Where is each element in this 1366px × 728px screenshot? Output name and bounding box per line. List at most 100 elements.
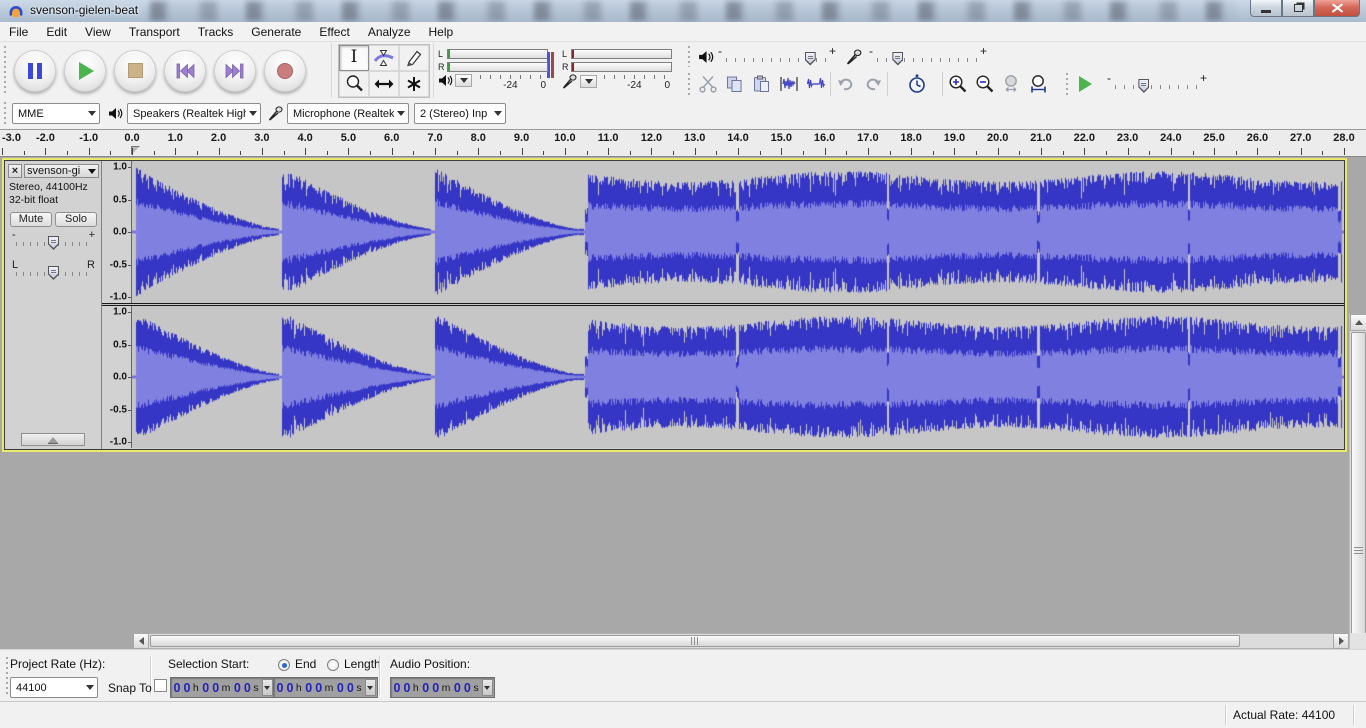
draw-tool-button[interactable] (399, 45, 429, 71)
audio-host-select[interactable]: MME (12, 103, 100, 124)
zoom-tool-button[interactable] (339, 71, 369, 97)
output-device-select[interactable]: Speakers (Realtek High (127, 103, 261, 124)
horizontal-scroll-thumb[interactable] (150, 635, 1240, 647)
time-digit[interactable]: 0 (462, 681, 472, 695)
timefield-dropdown[interactable] (262, 679, 273, 696)
toolbar-grip[interactable] (686, 73, 692, 95)
input-device-select[interactable]: Microphone (Realtek Hig (287, 103, 409, 124)
recording-meter-dropdown[interactable] (580, 75, 597, 88)
menu-file[interactable]: File (0, 22, 37, 42)
close-button[interactable] (1314, 0, 1360, 17)
output-volume-slider[interactable]: - + (718, 46, 836, 68)
menu-effect[interactable]: Effect (310, 22, 358, 42)
timefield-dropdown[interactable] (482, 679, 493, 696)
zoom-in-button[interactable] (944, 72, 971, 97)
time-digit[interactable]: 0 (314, 681, 324, 695)
play-button[interactable] (64, 50, 106, 92)
fit-selection-button[interactable] (998, 72, 1025, 97)
time-digit[interactable]: 0 (242, 681, 252, 695)
multi-tool-button[interactable] (399, 71, 429, 97)
input-channels-select[interactable]: 2 (Stereo) Inp (414, 103, 506, 124)
toolbar-grip[interactable] (686, 46, 692, 67)
menu-edit[interactable]: Edit (37, 22, 76, 42)
paste-button[interactable] (748, 72, 775, 97)
time-digit[interactable]: 0 (345, 681, 355, 695)
track-gain-thumb[interactable] (48, 236, 59, 250)
recording-meter[interactable]: L R -240 (560, 46, 674, 96)
track-area[interactable]: × svenson-gi Stereo, 44100Hz 32-bit floa… (0, 157, 1366, 633)
silence-audio-button[interactable] (802, 72, 829, 97)
output-volume-thumb[interactable] (805, 52, 816, 66)
time-digit[interactable]: 0 (335, 681, 345, 695)
time-digit[interactable]: 0 (201, 681, 211, 695)
playback-speed-slider[interactable]: - + (1107, 73, 1207, 95)
selection-length-radio[interactable] (327, 659, 339, 671)
restore-button[interactable] (1282, 0, 1314, 17)
project-rate-select[interactable]: 44100 (10, 677, 98, 698)
stop-button[interactable] (114, 50, 156, 92)
time-digit[interactable]: 0 (211, 681, 221, 695)
time-digit[interactable]: 0 (285, 681, 295, 695)
solo-button[interactable]: Solo (55, 212, 97, 227)
minimize-button[interactable] (1250, 0, 1282, 17)
undo-button[interactable] (832, 72, 859, 97)
time-digit[interactable]: 0 (431, 681, 441, 695)
toolbar-grip[interactable] (2, 102, 8, 125)
time-digit[interactable]: 0 (232, 681, 242, 695)
selection-start-timefield[interactable]: 00h00m00s (170, 677, 275, 698)
scroll-up-button[interactable] (1350, 314, 1366, 331)
copy-button[interactable] (721, 72, 748, 97)
skip-to-start-button[interactable] (164, 50, 206, 92)
playback-meter[interactable]: L R -240 (436, 46, 550, 96)
close-track-button[interactable]: × (8, 164, 22, 178)
skip-to-end-button[interactable] (214, 50, 256, 92)
waveform-left-channel[interactable] (132, 161, 1344, 303)
trim-audio-button[interactable] (775, 72, 802, 97)
vertical-ruler-left[interactable]: 1.00.50.0-0.5-1.0 (102, 161, 132, 303)
time-digit[interactable]: 0 (172, 681, 182, 695)
time-digit[interactable]: 0 (402, 681, 412, 695)
mute-button[interactable]: Mute (10, 212, 52, 227)
toolbar-grip[interactable] (1064, 73, 1070, 95)
time-digit[interactable]: 0 (392, 681, 402, 695)
snap-to-checkbox[interactable] (154, 679, 167, 692)
sync-lock-button[interactable] (903, 72, 930, 97)
waveform-right-channel[interactable] (132, 306, 1344, 448)
audio-position-timefield[interactable]: 00h00m00s (390, 677, 495, 698)
menu-help[interactable]: Help (420, 22, 463, 42)
scroll-left-button[interactable] (133, 633, 149, 649)
selection-end-radio[interactable] (278, 659, 290, 671)
selection-tool-button[interactable]: I (339, 45, 369, 71)
track-title-menu[interactable]: svenson-gi (24, 164, 99, 178)
playback-speed-thumb[interactable] (1138, 79, 1149, 93)
input-volume-slider[interactable]: - + (869, 46, 987, 68)
menu-view[interactable]: View (76, 22, 120, 42)
selection-end-radio-label[interactable]: End (295, 657, 316, 671)
track-pan-slider[interactable]: L R (12, 260, 95, 282)
timeline-ruler[interactable]: -3.0-2.0-1.00.01.02.03.04.05.06.07.08.09… (0, 130, 1366, 157)
time-digit[interactable]: 0 (421, 681, 431, 695)
track-gain-slider[interactable]: - + (12, 230, 95, 252)
selection-end-timefield[interactable]: 00h00m00s (273, 677, 378, 698)
cut-button[interactable] (694, 72, 721, 97)
title-bar[interactable]: svenson-gielen-beat (0, 0, 1366, 22)
time-digit[interactable]: 0 (182, 681, 192, 695)
fit-project-button[interactable] (1025, 72, 1052, 97)
menu-generate[interactable]: Generate (242, 22, 310, 42)
pause-button[interactable] (14, 50, 56, 92)
vertical-ruler-right[interactable]: 1.00.50.0-0.5-1.0 (102, 306, 132, 448)
timefield-dropdown[interactable] (365, 679, 376, 696)
redo-button[interactable] (859, 72, 886, 97)
play-at-speed-button[interactable] (1072, 72, 1099, 97)
menu-transport[interactable]: Transport (120, 22, 189, 42)
timeshift-tool-button[interactable] (369, 71, 399, 97)
playback-meter-dropdown[interactable] (455, 74, 472, 87)
collapse-track-button[interactable] (21, 433, 85, 446)
selection-length-radio-label[interactable]: Length (344, 657, 381, 671)
toolbar-grip[interactable] (2, 46, 8, 95)
time-digit[interactable]: 0 (275, 681, 285, 695)
menu-tracks[interactable]: Tracks (189, 22, 243, 42)
scroll-right-button[interactable] (1333, 633, 1349, 649)
menu-analyze[interactable]: Analyze (359, 22, 420, 42)
input-volume-thumb[interactable] (892, 52, 903, 66)
